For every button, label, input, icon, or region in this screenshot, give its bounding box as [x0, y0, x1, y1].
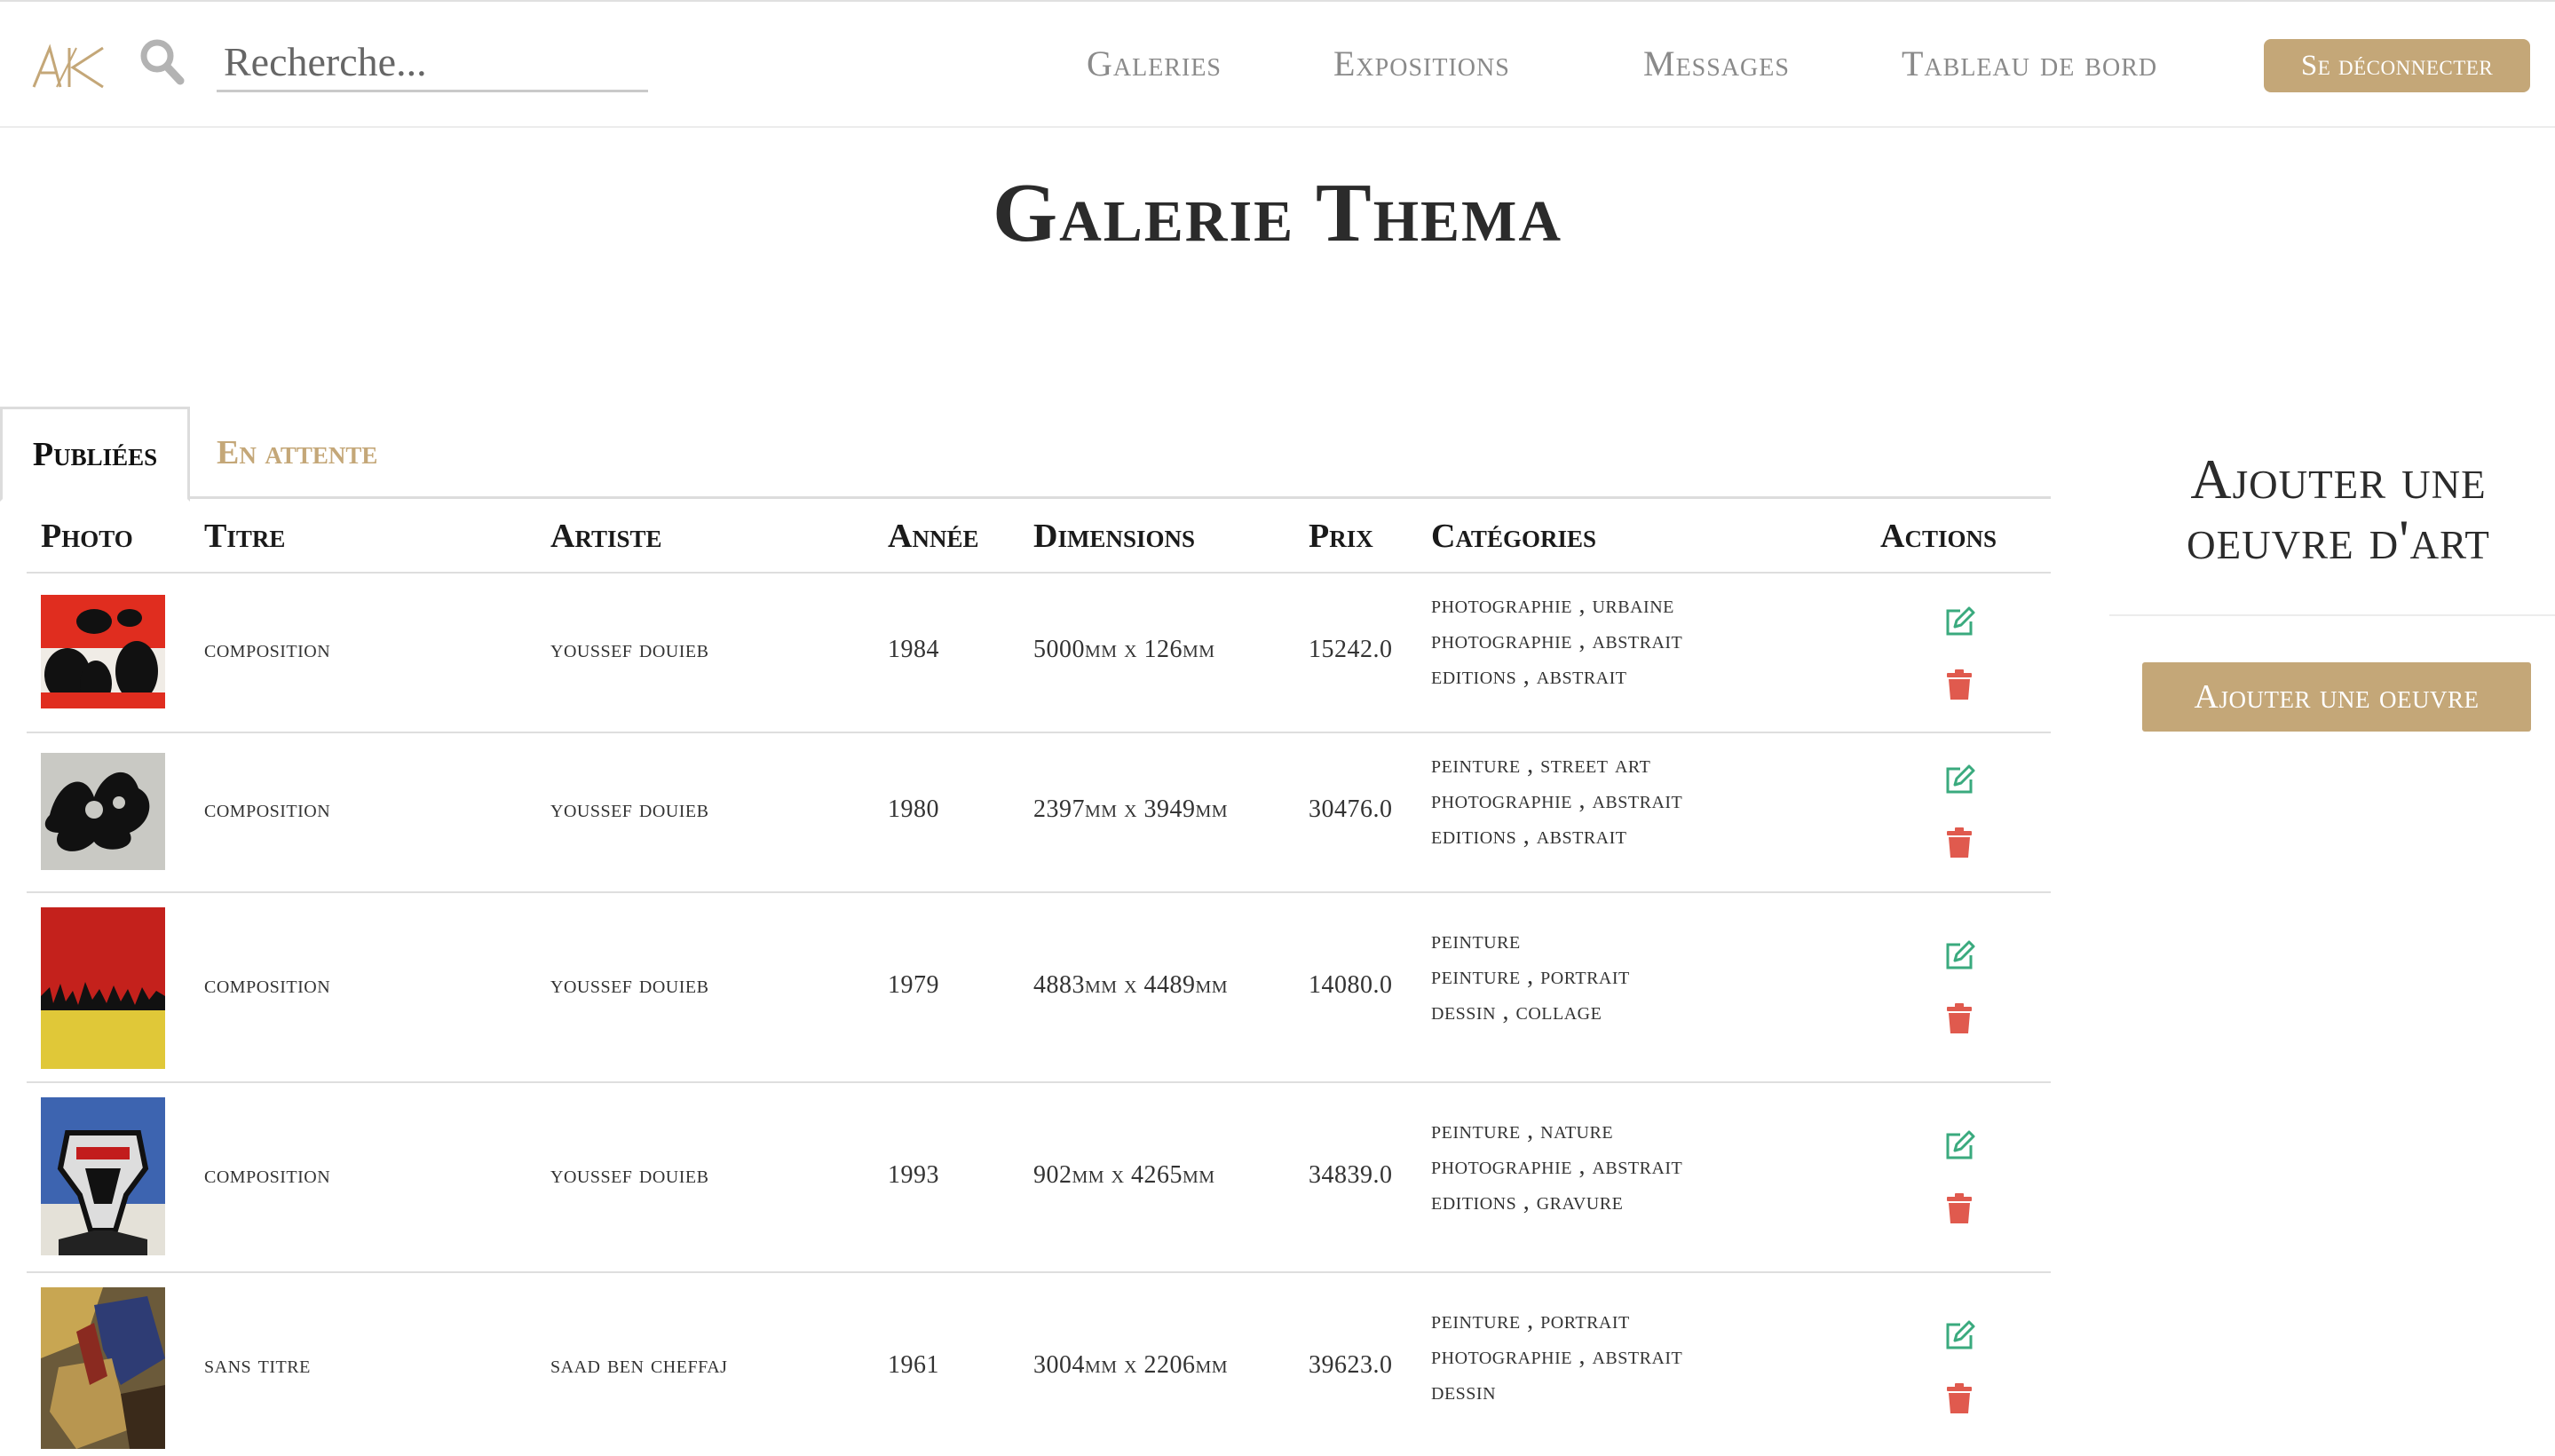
artwork-dimensions: 902mm x 4265mm [1033, 1161, 1215, 1189]
header-dimensions: Dimensions [1033, 518, 1195, 555]
artwork-thumbnail[interactable] [41, 1097, 165, 1255]
category-line: dessin [1431, 1378, 1497, 1405]
artwork-dimensions: 2397mm x 3949mm [1033, 795, 1229, 823]
artwork-categories: peinture , street art photographie , abs… [1431, 748, 1682, 854]
trash-icon[interactable] [1946, 669, 1973, 700]
page-title: Galerie Thema [0, 165, 2555, 261]
edit-icon[interactable] [1942, 1129, 1976, 1163]
artworks-table: Photo Titre Artiste Année Dimensions Pri… [27, 499, 2051, 1456]
artwork-dimensions: 5000mm x 126mm [1033, 636, 1215, 663]
header-titre: Titre [204, 518, 286, 555]
header-categories: Catégories [1431, 518, 1596, 555]
artwork-year: 1984 [888, 636, 939, 663]
tabs: Publiées En attente [0, 407, 2051, 502]
artwork-price: 30476.0 [1309, 795, 1393, 823]
add-artwork-heading-line2: oeuvre d'art [2187, 508, 2490, 571]
table-row: composition youssef douieb 1984 5000mm x… [27, 574, 2051, 733]
nav-link-tableau-de-bord[interactable]: Tableau de bord [1902, 43, 2157, 84]
search-icon[interactable] [138, 37, 185, 85]
add-artwork-button[interactable]: Ajouter une oeuvre [2142, 662, 2531, 732]
logout-button[interactable]: Se déconnecter [2264, 39, 2530, 92]
artwork-thumbnail[interactable] [41, 1287, 165, 1449]
logo[interactable] [30, 43, 112, 91]
trash-icon[interactable] [1946, 1193, 1973, 1223]
artwork-title: composition [204, 636, 331, 663]
table-header: Photo Titre Artiste Année Dimensions Pri… [27, 499, 2051, 574]
edit-icon[interactable] [1942, 939, 1976, 973]
artwork-thumbnail[interactable] [41, 907, 165, 1069]
sidebar-divider [2109, 614, 2555, 616]
add-artwork-heading: Ajouter une oeuvre d'art [2109, 449, 2555, 570]
category-line: photographie , abstrait [1431, 1342, 1683, 1370]
category-line: editions , abstrait [1431, 822, 1627, 850]
tab-en-attente[interactable]: En attente [217, 407, 377, 499]
category-line: photographie , abstrait [1431, 787, 1683, 814]
category-line: peinture , portrait [1431, 962, 1630, 990]
artwork-artist[interactable]: youssef douieb [550, 1161, 708, 1190]
artwork-artist[interactable]: saad ben cheffaj [550, 1351, 727, 1380]
artwork-title: composition [204, 971, 331, 999]
trash-icon[interactable] [1946, 1003, 1973, 1033]
artwork-artist[interactable]: youssef douieb [550, 795, 708, 824]
artwork-dimensions: 3004mm x 2206mm [1033, 1351, 1229, 1379]
header-photo: Photo [41, 518, 133, 555]
nav-link-galeries[interactable]: Galeries [1087, 43, 1222, 84]
artwork-thumbnail[interactable] [41, 753, 165, 870]
navbar: Galeries Expositions Messages Tableau de… [0, 0, 2555, 128]
artwork-year: 1980 [888, 795, 939, 823]
nav-link-messages[interactable]: Messages [1643, 43, 1790, 84]
category-line: peinture [1431, 927, 1521, 954]
artwork-title: composition [204, 1161, 331, 1189]
header-annee: Année [888, 518, 979, 555]
header-actions: Actions [1880, 518, 1997, 555]
category-line: peinture , nature [1431, 1117, 1614, 1144]
artwork-price: 14080.0 [1309, 971, 1393, 999]
artwork-year: 1961 [888, 1351, 939, 1379]
search-input[interactable] [217, 34, 648, 92]
nav-link-expositions[interactable]: Expositions [1333, 43, 1510, 84]
artwork-year: 1993 [888, 1161, 939, 1189]
trash-icon[interactable] [1946, 827, 1973, 858]
header-artiste: Artiste [550, 518, 662, 555]
artwork-categories: peinture peinture , portrait dessin , co… [1431, 923, 1630, 1030]
artwork-price: 15242.0 [1309, 636, 1393, 663]
artwork-categories: peinture , nature photographie , abstrai… [1431, 1113, 1682, 1220]
trash-icon[interactable] [1946, 1383, 1973, 1413]
table-row: sans titre saad ben cheffaj 1961 3004mm … [27, 1273, 2051, 1456]
category-line: editions , abstrait [1431, 662, 1627, 690]
table-row: composition youssef douieb 1979 4883mm x… [27, 893, 2051, 1083]
page-title-prefix: Galerie [992, 167, 1295, 259]
table-row: composition youssef douieb 1980 2397mm x… [27, 733, 2051, 893]
artwork-artist[interactable]: youssef douieb [550, 971, 708, 1000]
tab-publiees[interactable]: Publiées [0, 407, 190, 502]
category-line: photographie , urbaine [1431, 591, 1674, 619]
category-line: peinture , street art [1431, 751, 1651, 779]
artwork-price: 39623.0 [1309, 1351, 1393, 1379]
artwork-year: 1979 [888, 971, 939, 999]
artwork-title: composition [204, 795, 331, 823]
add-artwork-heading-line1: Ajouter une [2190, 447, 2487, 510]
edit-icon[interactable] [1942, 764, 1976, 797]
category-line: photographie , abstrait [1431, 1152, 1683, 1180]
artwork-artist[interactable]: youssef douieb [550, 636, 708, 664]
artwork-price: 34839.0 [1309, 1161, 1393, 1189]
category-line: photographie , abstrait [1431, 627, 1683, 654]
artwork-categories: photographie , urbaine photographie , ab… [1431, 588, 1682, 694]
gallery-name: Thema [1316, 167, 1563, 259]
edit-icon[interactable] [1942, 1319, 1976, 1353]
category-line: peinture , portrait [1431, 1307, 1630, 1334]
category-line: dessin , collage [1431, 998, 1602, 1025]
artwork-dimensions: 4883mm x 4489mm [1033, 971, 1229, 999]
header-prix: Prix [1309, 518, 1373, 555]
edit-icon[interactable] [1942, 605, 1976, 639]
table-row: composition youssef douieb 1993 902mm x … [27, 1083, 2051, 1273]
artwork-thumbnail[interactable] [41, 595, 165, 708]
artwork-title: sans titre [204, 1351, 311, 1379]
category-line: editions , gravure [1431, 1188, 1624, 1215]
artwork-categories: peinture , portrait photographie , abstr… [1431, 1303, 1682, 1410]
